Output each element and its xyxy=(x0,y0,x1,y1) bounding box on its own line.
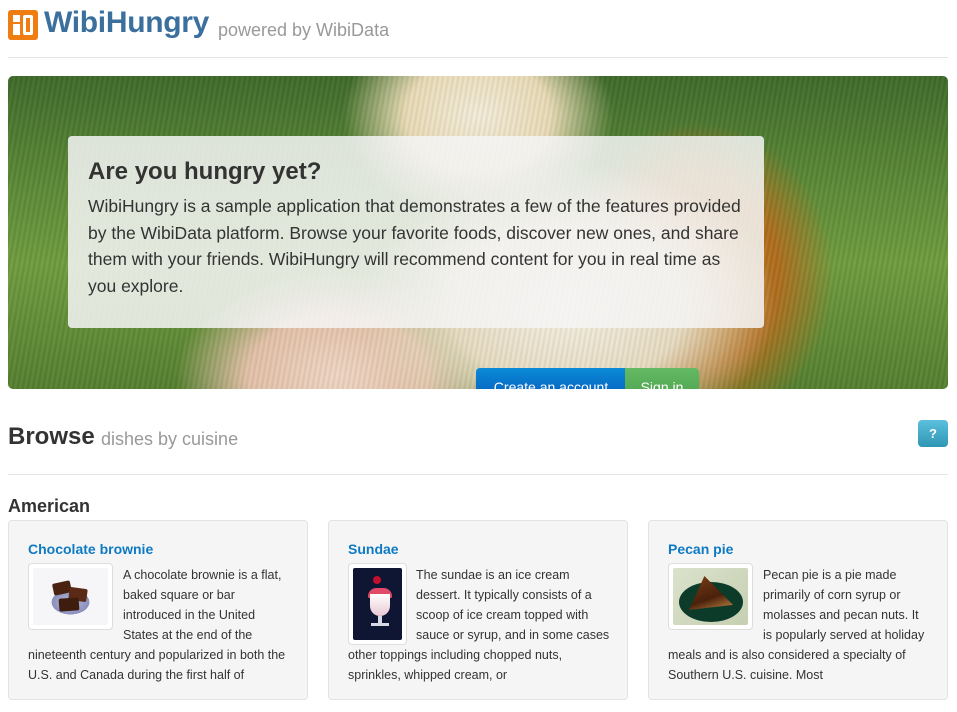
cuisine-title: American xyxy=(8,496,91,516)
brand-name[interactable]: WibiHungry xyxy=(44,6,209,40)
dish-card-sundae[interactable]: Sundae The sundae is an ice cream desser… xyxy=(328,520,628,700)
dish-thumbnail[interactable] xyxy=(348,563,407,645)
dish-thumbnail[interactable] xyxy=(668,563,753,630)
dish-title-link[interactable]: Sundae xyxy=(348,541,399,557)
browse-header: Browse dishes by cuisine ? xyxy=(8,420,948,475)
hero-description: WibiHungry is a sample application that … xyxy=(88,196,741,296)
wibi-logo-icon[interactable] xyxy=(8,10,38,40)
hero-title: Are you hungry yet? xyxy=(88,158,322,185)
powered-by-text: powered by WibiData xyxy=(218,20,390,40)
site-header: WibiHungry powered by WibiData xyxy=(8,6,948,58)
help-button[interactable]: ? xyxy=(918,420,948,447)
brownie-image xyxy=(33,568,108,625)
browse-title: Browse xyxy=(8,423,95,450)
dish-card-chocolate-brownie[interactable]: Chocolate brownie A chocolate brownie is… xyxy=(8,520,308,700)
dish-thumbnail[interactable] xyxy=(28,563,113,630)
pecan-pie-image xyxy=(673,568,748,625)
hero-panel: Are you hungry yet? WibiHungry is a samp… xyxy=(68,136,764,389)
sign-in-button[interactable]: Sign in xyxy=(625,368,699,389)
create-account-button[interactable]: Create an account xyxy=(476,368,626,389)
browse-subtitle: dishes by cuisine xyxy=(101,429,239,449)
sundae-image xyxy=(353,568,402,640)
dish-title-link[interactable]: Pecan pie xyxy=(668,541,733,557)
hero-banner: Are you hungry yet? WibiHungry is a samp… xyxy=(8,76,948,389)
dish-title-link[interactable]: Chocolate brownie xyxy=(28,541,153,557)
dish-card-pecan-pie[interactable]: Pecan pie Pecan pie is a pie made primar… xyxy=(648,520,948,700)
